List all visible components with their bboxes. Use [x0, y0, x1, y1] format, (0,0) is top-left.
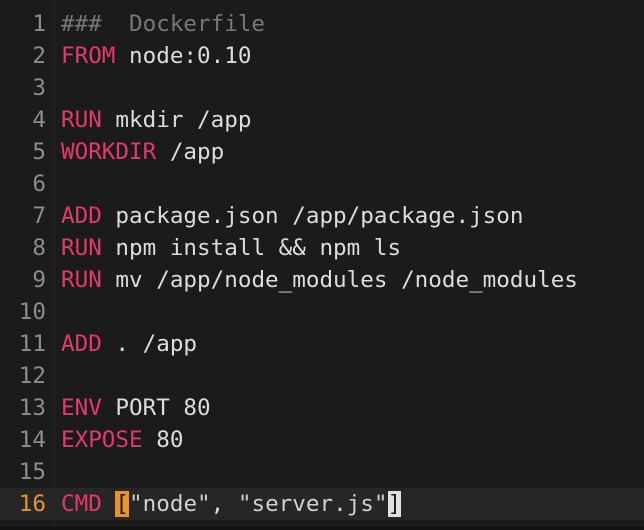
- line-code[interactable]: RUN npm install && npm ls: [61, 232, 401, 264]
- line-number: 13: [18, 395, 46, 421]
- line-number: 10: [18, 299, 46, 325]
- text-token: package.json /app/package.json: [101, 203, 524, 229]
- line-number: 4: [32, 107, 46, 133]
- code-line[interactable]: 15: [0, 456, 644, 488]
- code-line[interactable]: 10: [0, 296, 644, 328]
- close-bracket-token: ]: [387, 491, 402, 517]
- keyword-token: ADD: [61, 203, 102, 229]
- code-line[interactable]: 5 WORKDIR /app: [0, 136, 644, 168]
- code-line[interactable]: 12: [0, 360, 644, 392]
- code-line[interactable]: 3: [0, 72, 644, 104]
- text-token: PORT 80: [101, 395, 211, 421]
- text-token: 80: [142, 427, 184, 453]
- line-number: 12: [18, 363, 46, 389]
- code-line[interactable]: 9 RUN mv /app/node_modules /node_modules: [0, 264, 644, 296]
- keyword-token: FROM: [61, 43, 116, 69]
- text-token: mv /app/node_modules /node_modules: [101, 267, 578, 293]
- line-code[interactable]: CMD ["node", "server.js"]: [61, 488, 402, 520]
- text-token: ,: [210, 491, 238, 517]
- code-line[interactable]: 11 ADD . /app: [0, 328, 644, 360]
- open-bracket-token: [: [115, 491, 130, 517]
- code-line[interactable]: 7 ADD package.json /app/package.json: [0, 200, 644, 232]
- text-token: . /app: [101, 331, 198, 357]
- string-token: "server.js": [237, 491, 388, 517]
- line-code[interactable]: WORKDIR /app: [61, 136, 224, 168]
- keyword-token: EXPOSE: [61, 427, 143, 453]
- keyword-token: ENV: [61, 395, 102, 421]
- line-code[interactable]: ADD . /app: [61, 328, 197, 360]
- text-token: node:0.10: [115, 43, 252, 69]
- text-token: npm install && npm ls: [101, 235, 402, 261]
- code-line[interactable]: 2 FROM node:0.10: [0, 40, 644, 72]
- line-number: 5: [32, 139, 46, 165]
- line-code[interactable]: RUN mkdir /app: [61, 104, 251, 136]
- code-lines[interactable]: 1 ### Dockerfile 2 FROM node:0.10 3 4 RUN mkdi…: [0, 8, 644, 520]
- line-number: 8: [32, 235, 46, 261]
- comment-token: ### Dockerfile: [61, 11, 266, 37]
- code-line[interactable]: 4 RUN mkdir /app: [0, 104, 644, 136]
- code-editor[interactable]: 1 ### Dockerfile 2 FROM node:0.10 3 4 RUN mkdi…: [0, 0, 644, 530]
- keyword-token: RUN: [61, 267, 102, 293]
- line-number: 7: [32, 203, 46, 229]
- line-number: 16: [18, 491, 46, 517]
- line-number: 11: [18, 331, 46, 357]
- code-line[interactable]: 1 ### Dockerfile: [0, 8, 644, 40]
- line-code[interactable]: FROM node:0.10: [61, 40, 251, 72]
- code-line[interactable]: 6: [0, 168, 644, 200]
- line-number: 1: [32, 11, 46, 37]
- keyword-token: ADD: [61, 331, 102, 357]
- line-number: 9: [32, 267, 46, 293]
- line-number: 2: [32, 43, 46, 69]
- code-line[interactable]: 16 CMD ["node", "server.js"]: [0, 488, 644, 520]
- code-line[interactable]: 8 RUN npm install && npm ls: [0, 232, 644, 264]
- text-token: mkdir /app: [101, 107, 252, 133]
- line-number: 3: [32, 75, 46, 101]
- code-line[interactable]: 13 ENV PORT 80: [0, 392, 644, 424]
- text-token: /app: [156, 139, 225, 165]
- line-number: 15: [18, 459, 46, 485]
- line-code[interactable]: ENV PORT 80: [61, 392, 211, 424]
- line-code[interactable]: ADD package.json /app/package.json: [61, 200, 524, 232]
- keyword-token: CMD: [61, 491, 102, 517]
- code-line[interactable]: 14 EXPOSE 80: [0, 424, 644, 456]
- keyword-token: RUN: [61, 235, 102, 261]
- line-code[interactable]: RUN mv /app/node_modules /node_modules: [61, 264, 578, 296]
- line-number: 6: [32, 171, 46, 197]
- keyword-token: WORKDIR: [61, 139, 157, 165]
- line-code[interactable]: ### Dockerfile: [61, 8, 265, 40]
- line-code[interactable]: EXPOSE 80: [61, 424, 183, 456]
- keyword-token: RUN: [61, 107, 102, 133]
- line-number: 14: [18, 427, 46, 453]
- string-token: "node": [129, 491, 211, 517]
